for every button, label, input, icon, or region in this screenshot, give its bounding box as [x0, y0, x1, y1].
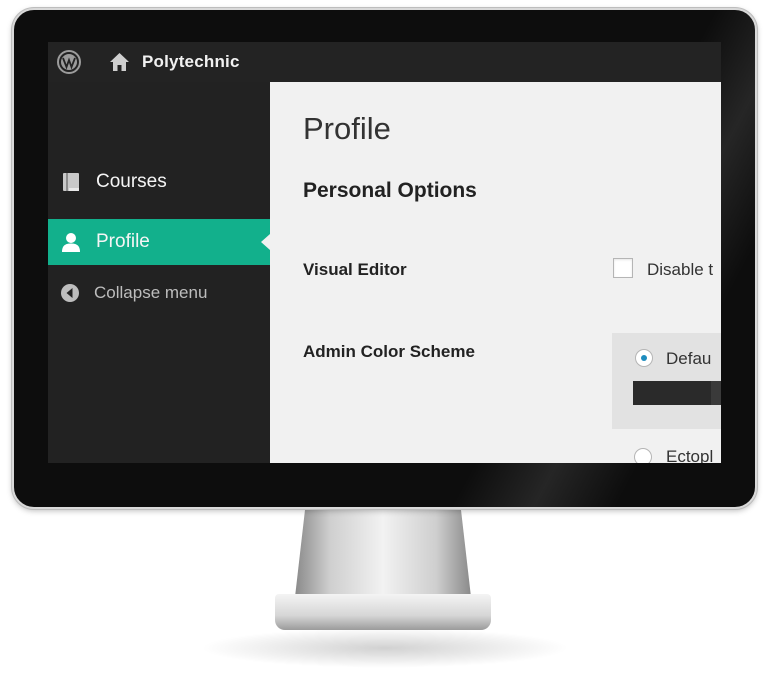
site-name-link[interactable]: Polytechnic: [142, 52, 240, 72]
color-scheme-label-default: Defau: [666, 349, 712, 368]
sidebar-item-courses[interactable]: Courses: [48, 159, 270, 205]
section-title: Personal Options: [303, 179, 477, 202]
collapse-menu-button[interactable]: Collapse menu: [48, 278, 270, 308]
color-scheme-label-ectoplasm: Ectopl: [666, 447, 714, 463]
screen: Polytechnic Courses Profile Collapse men…: [48, 42, 721, 463]
book-icon: [60, 171, 82, 193]
page-title: Profile: [303, 111, 391, 146]
disable-visual-editor-text: Disable t: [647, 260, 714, 279]
profile-content: Profile Personal Options Visual Editor D…: [270, 82, 721, 463]
admin-color-scheme-label: Admin Color Scheme: [303, 342, 475, 361]
collapse-menu-label: Collapse menu: [94, 283, 208, 302]
collapse-arrow-icon: [60, 283, 80, 303]
visual-editor-label: Visual Editor: [303, 260, 407, 279]
color-scheme-radio-default[interactable]: [635, 349, 653, 367]
monitor-stand-neck: [295, 505, 471, 597]
user-icon: [60, 231, 82, 253]
color-scheme-option-default[interactable]: Defau: [612, 333, 721, 429]
disable-visual-editor-checkbox[interactable]: [613, 258, 633, 278]
admin-bar: Polytechnic: [48, 42, 721, 82]
sidebar-item-profile[interactable]: Profile: [48, 219, 270, 265]
monitor-stand-base: [275, 594, 491, 630]
color-scheme-swatch-default: [633, 381, 721, 405]
color-swatch-segment: [711, 381, 721, 405]
admin-sidebar: Courses Profile Collapse menu: [48, 82, 270, 463]
sidebar-item-label: Profile: [96, 231, 150, 252]
wordpress-logo-icon[interactable]: [57, 50, 81, 74]
stand-shadow: [200, 628, 570, 668]
sidebar-item-label: Courses: [96, 171, 167, 192]
home-icon[interactable]: [109, 52, 130, 72]
color-scheme-radio-ectoplasm[interactable]: [634, 448, 652, 463]
